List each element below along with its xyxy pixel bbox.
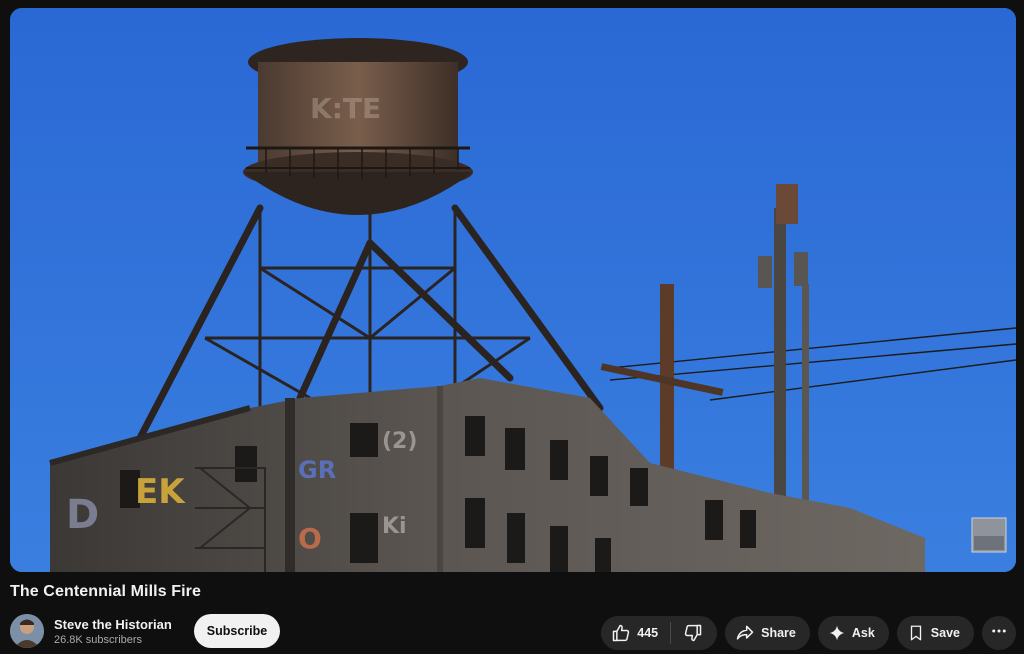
share-arrow-icon	[735, 623, 755, 643]
video-frame: K:TE EK D GR (2) O Ki	[10, 8, 1016, 572]
subscriber-count: 26.8K subscribers	[54, 633, 143, 646]
ask-label: Ask	[851, 626, 875, 640]
channel-owner-row: Steve the Historian 26.8K subscribers Su…	[10, 612, 281, 650]
thumbs-down-icon	[683, 623, 703, 643]
more-actions-button[interactable]	[982, 616, 1016, 650]
like-button[interactable]: 445	[601, 616, 670, 650]
avatar-image	[10, 614, 44, 648]
video-title: The Centennial Mills Fire	[10, 583, 201, 600]
sparkle-icon	[828, 624, 846, 642]
svg-text:D: D	[66, 492, 99, 538]
channel-meta: Steve the Historian 26.8K subscribers	[54, 617, 172, 646]
svg-text:GR: GR	[298, 456, 336, 484]
share-label: Share	[761, 626, 796, 640]
like-count: 445	[637, 626, 659, 640]
more-horizontal-icon	[990, 622, 1008, 645]
svg-text:K:TE: K:TE	[310, 92, 381, 125]
video-player[interactable]: K:TE EK D GR (2) O Ki	[10, 8, 1016, 572]
svg-text:Ki: Ki	[382, 514, 407, 539]
svg-text:O: O	[298, 522, 322, 555]
video-actions: 445 Share Ask Save	[601, 616, 1016, 650]
svg-text:(2): (2)	[382, 429, 417, 454]
save-label: Save	[930, 626, 960, 640]
channel-name[interactable]: Steve the Historian	[54, 617, 172, 632]
save-button[interactable]: Save	[896, 616, 974, 650]
svg-text:EK: EK	[135, 472, 186, 512]
ask-button[interactable]: Ask	[817, 616, 889, 650]
share-button[interactable]: Share	[725, 616, 810, 650]
bookmark-icon	[907, 624, 925, 642]
dislike-button[interactable]	[671, 616, 717, 650]
subscribe-button[interactable]: Subscribe	[193, 614, 281, 648]
thumbs-up-icon	[611, 623, 631, 643]
like-dislike-group: 445	[601, 616, 718, 650]
channel-avatar[interactable]	[10, 614, 44, 648]
